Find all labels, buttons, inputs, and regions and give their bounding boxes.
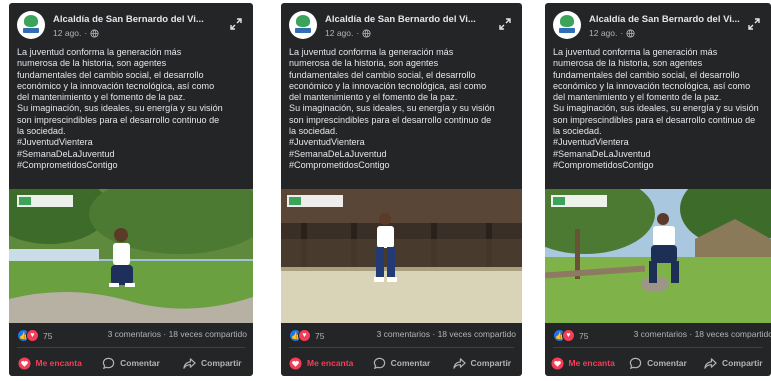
comment-button[interactable]: Comentar [90,352,171,374]
post-video[interactable] [545,189,771,323]
heart-icon [17,356,31,370]
post-meta: 12 ago. · [325,28,371,38]
comment-button[interactable]: Comentar [361,352,441,374]
hashtag-link[interactable]: #ComprometidosContigo [553,160,765,171]
action-bar: Me encanta Comentar Compartir [9,352,253,374]
divider [289,347,514,348]
share-button[interactable]: Compartir [442,352,522,374]
video-frame-garden [9,189,253,323]
page-name[interactable]: Alcaldía de San Bernardo del Vi... [325,14,476,25]
reaction-count: 75 [315,330,325,341]
comment-bubble-icon [373,357,385,369]
post-text: La juventud conforma la generación más n… [289,47,516,171]
globe-icon [362,28,371,38]
hashtag-link[interactable]: #SemanaDeLaJuventud [289,149,516,160]
post-video[interactable] [9,189,253,323]
hashtag-link[interactable]: #SemanaDeLaJuventud [553,149,765,160]
share-arrow-icon [183,357,196,369]
facebook-post-2: Alcaldía de San Bernardo del Vi... 12 ag… [281,3,522,376]
hashtag-link[interactable]: #JuventudVientera [289,137,516,148]
comments-count[interactable]: 3 comentarios [634,329,687,339]
post-meta: 12 ago. · [53,28,99,38]
post-header: Alcaldía de San Bernardo del Vi... 12 ag… [17,11,245,41]
heart-icon: ♥ [26,329,39,342]
reaction-count: 75 [43,330,53,341]
post-stats: 👍 ♥ 75 3 comentarios · 18 veces comparti… [553,329,771,343]
heart-icon: ♥ [298,329,311,342]
action-bar: Me encanta Comentar Compartir [281,352,522,374]
expand-icon[interactable] [229,17,243,31]
hashtag-link[interactable]: #SemanaDeLaJuventud [17,149,247,160]
love-button[interactable]: Me encanta [9,352,90,374]
shares-count[interactable]: 18 veces compartido [169,329,247,339]
share-button[interactable]: Compartir [696,352,771,374]
shares-count[interactable]: 18 veces compartido [695,329,771,339]
post-date[interactable]: 12 ago. [325,28,353,38]
share-arrow-icon [452,357,466,369]
post-header: Alcaldía de San Bernardo del Vi... 12 ag… [553,11,763,41]
shares-count[interactable]: 18 veces compartido [438,329,516,339]
share-arrow-icon [704,357,717,369]
video-frame-park [545,189,771,323]
heart-icon [550,356,564,370]
post-date[interactable]: 12 ago. [53,28,81,38]
globe-icon [90,28,99,38]
action-bar: Me encanta Comentar Compartir [545,352,771,374]
divider [553,347,763,348]
heart-icon [289,356,302,370]
post-date[interactable]: 12 ago. [589,28,617,38]
page-name[interactable]: Alcaldía de San Bernardo del Vi... [53,14,204,25]
facebook-post-3: Alcaldía de San Bernardo del Vi... 12 ag… [545,3,771,376]
divider [17,347,245,348]
hashtag-link[interactable]: #JuventudVientera [553,137,765,148]
page-avatar[interactable] [553,11,581,39]
post-text: La juventud conforma la generación más n… [17,47,247,171]
video-frame-pavilion [281,189,522,323]
page-avatar[interactable] [289,11,317,39]
expand-icon[interactable] [747,17,761,31]
reaction-count: 75 [579,330,589,341]
reactions-summary[interactable]: 👍 ♥ 75 [289,329,324,342]
comments-count[interactable]: 3 comentarios [377,329,430,339]
post-meta: 12 ago. · [589,28,635,38]
globe-icon [626,28,635,38]
love-button[interactable]: Me encanta [545,352,620,374]
reactions-summary[interactable]: 👍 ♥ 75 [553,329,588,342]
heart-icon: ♥ [562,329,575,342]
hashtag-link[interactable]: #ComprometidosContigo [289,160,516,171]
page-avatar[interactable] [17,11,45,39]
hashtag-link[interactable]: #JuventudVientera [17,137,247,148]
share-button[interactable]: Compartir [172,352,253,374]
comments-count[interactable]: 3 comentarios [108,329,161,339]
reactions-summary[interactable]: 👍 ♥ 75 [17,329,52,342]
post-text: La juventud conforma la generación más n… [553,47,765,171]
expand-icon[interactable] [498,17,512,31]
post-header: Alcaldía de San Bernardo del Vi... 12 ag… [289,11,514,41]
comment-bubble-icon [102,357,115,369]
comment-bubble-icon [629,357,642,369]
post-video[interactable] [281,189,522,323]
love-button[interactable]: Me encanta [281,352,361,374]
post-stats: 👍 ♥ 75 3 comentarios · 18 veces comparti… [289,329,516,343]
post-stats: 👍 ♥ 75 3 comentarios · 18 veces comparti… [17,329,247,343]
page-name[interactable]: Alcaldía de San Bernardo del Vi... [589,14,740,25]
hashtag-link[interactable]: #ComprometidosContigo [17,160,247,171]
facebook-post-1: Alcaldía de San Bernardo del Vi... 12 ag… [9,3,253,376]
comment-button[interactable]: Comentar [620,352,695,374]
